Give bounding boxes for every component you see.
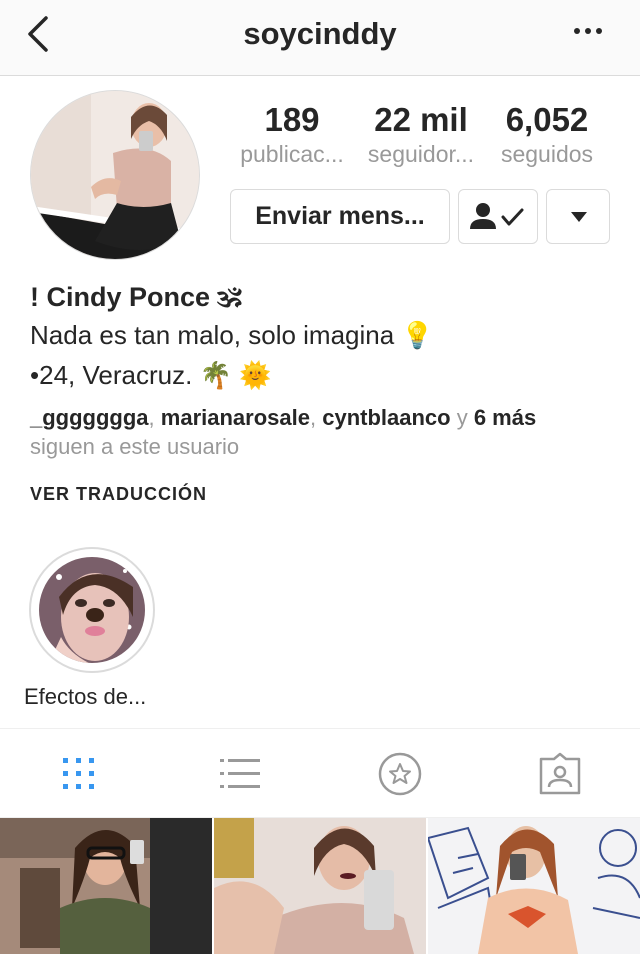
- post-thumbnail[interactable]: [0, 818, 212, 954]
- suggestions-dropdown-button[interactable]: [546, 189, 610, 244]
- bio-line-1: Nada es tan malo, solo imagina 💡: [30, 320, 434, 350]
- tab-tagged[interactable]: [537, 751, 583, 797]
- see-translation-link[interactable]: VER TRADUCCIÓN: [30, 484, 207, 505]
- followed-by-separator: ,: [309, 405, 323, 430]
- bio-line-2: •24, Veracruz. 🌴 🌞: [30, 360, 272, 390]
- tab-saved[interactable]: [377, 751, 423, 797]
- tagged-person-icon: [539, 752, 581, 795]
- profile-name: ! Cindy Ponce 🕉: [30, 282, 242, 312]
- followed-by-conjunction: y: [450, 405, 474, 430]
- person-check-icon: [470, 203, 524, 229]
- post-thumbnail[interactable]: [214, 818, 426, 954]
- triangle-down-icon: [571, 212, 587, 222]
- profile-avatar[interactable]: [30, 90, 200, 260]
- profile-stats: 189 publicac... 22 mil seguidor... 6,052…: [228, 100, 608, 172]
- posts-grid: [0, 818, 640, 954]
- posts-count: 189: [264, 101, 320, 138]
- star-circle-icon: [378, 752, 422, 796]
- followers-label: seguidor...: [367, 141, 475, 167]
- followed-by-user-3[interactable]: cyntblaanco: [322, 405, 450, 430]
- highlight-label: Efectos de...: [24, 684, 147, 709]
- posts-stat[interactable]: 189 publicac...: [228, 100, 356, 168]
- following-count: 6,052: [505, 101, 589, 138]
- tab-list[interactable]: [217, 751, 263, 797]
- grid-icon: [63, 758, 94, 789]
- followed-by-more[interactable]: 6 más: [474, 405, 536, 430]
- top-nav-bar: soycinddy: [0, 0, 640, 76]
- followers-stat[interactable]: 22 mil seguidor...: [356, 100, 486, 168]
- page-title: soycinddy: [243, 16, 397, 51]
- tab-grid[interactable]: [56, 751, 102, 797]
- story-highlight[interactable]: [29, 547, 155, 673]
- followers-count: 22 mil: [374, 101, 468, 138]
- send-message-button[interactable]: Enviar mens...: [230, 189, 450, 244]
- more-options-button[interactable]: [574, 26, 606, 38]
- followed-by-suffix: siguen a este usuario: [30, 434, 240, 459]
- following-stat[interactable]: 6,052 seguidos: [486, 100, 608, 168]
- highlight-cover-image: [39, 557, 145, 663]
- profile-photo: [31, 91, 199, 259]
- posts-label: publicac...: [240, 141, 344, 167]
- post-thumbnail[interactable]: [428, 818, 640, 954]
- followed-by-separator: ,: [148, 405, 161, 430]
- followed-by-line: _ggggggga, marianarosale, cyntblaanco y …: [30, 405, 536, 431]
- followed-by-user-1[interactable]: _ggggggga: [30, 405, 149, 430]
- profile-tabs: [0, 728, 640, 818]
- followed-by-user-2[interactable]: marianarosale: [161, 405, 310, 430]
- following-label: seguidos: [500, 141, 594, 167]
- list-icon: [220, 759, 260, 788]
- following-toggle-button[interactable]: [458, 189, 538, 244]
